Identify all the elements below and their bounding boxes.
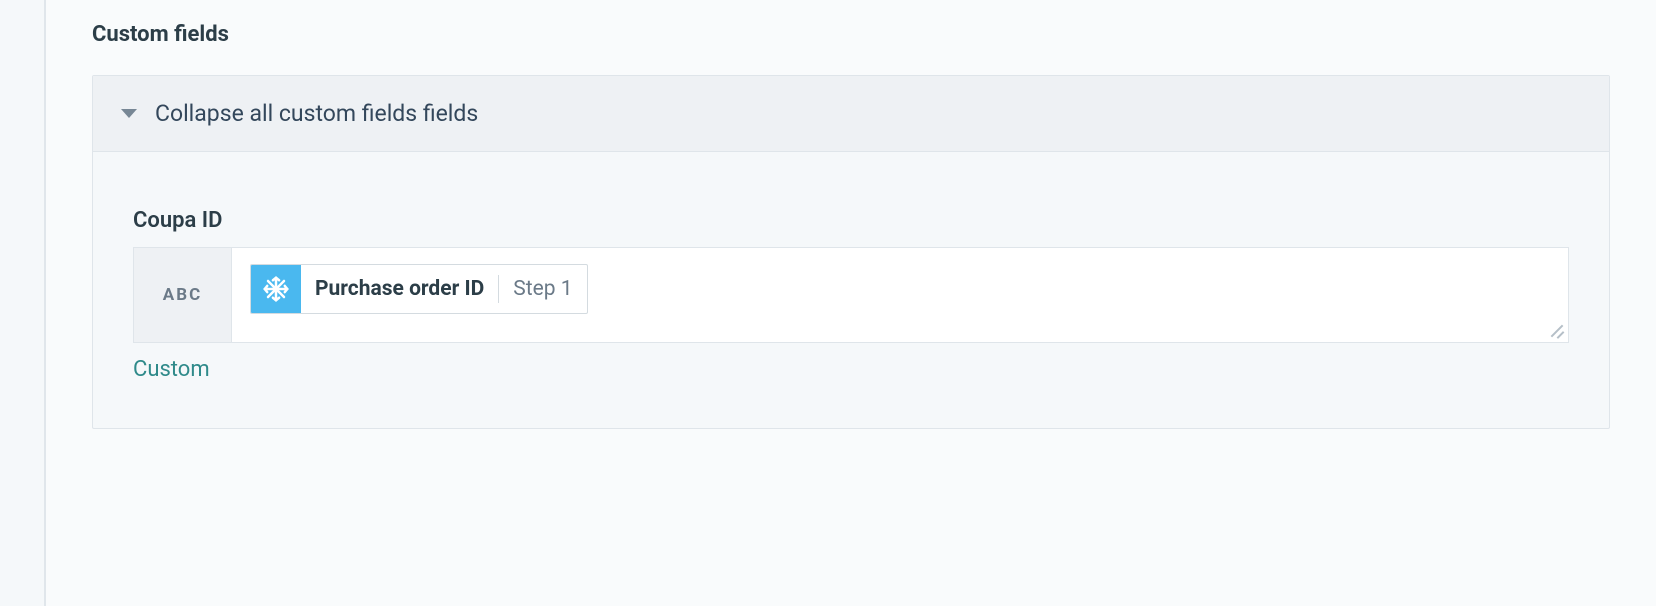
datapill-step: Step 1 [499, 265, 586, 313]
datapill-purchase-order-id[interactable]: Purchase order ID Step 1 [250, 264, 588, 314]
section-title: Custom fields [92, 22, 1610, 47]
fields-body: Coupa ID ABC [93, 152, 1609, 428]
coupa-id-input[interactable]: Purchase order ID Step 1 [232, 248, 1568, 342]
resize-handle-icon [1546, 320, 1564, 338]
type-indicator-abc: ABC [134, 248, 232, 342]
datapill-label: Purchase order ID [301, 265, 498, 313]
field-label-coupa-id: Coupa ID [133, 208, 1569, 233]
chevron-down-icon [121, 109, 137, 118]
coupa-id-input-row: ABC [133, 247, 1569, 343]
custom-link[interactable]: Custom [133, 357, 1569, 382]
collapse-toggle[interactable]: Collapse all custom fields fields [93, 76, 1609, 152]
custom-fields-container: Custom fields Collapse all custom fields… [44, 0, 1656, 606]
fields-panel: Collapse all custom fields fields Coupa … [92, 75, 1610, 429]
snowflake-icon [251, 265, 301, 313]
collapse-label: Collapse all custom fields fields [155, 100, 478, 127]
